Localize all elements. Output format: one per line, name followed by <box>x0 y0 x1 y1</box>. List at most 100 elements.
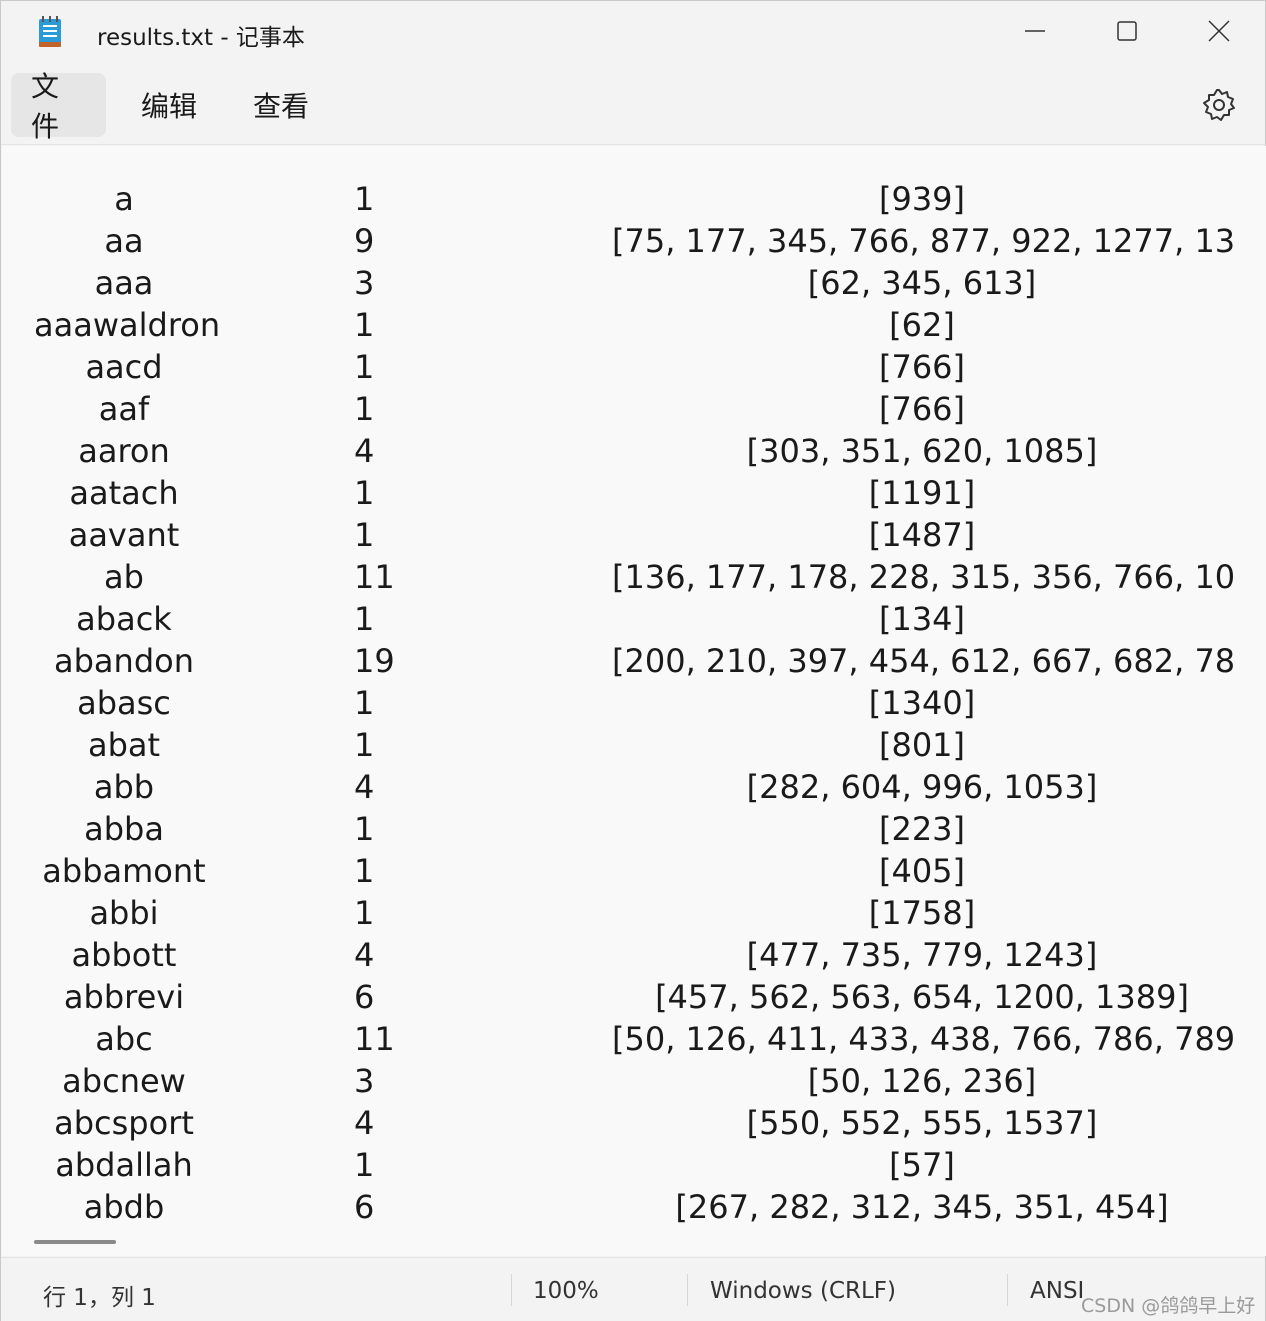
text-line: aaa 3 [62, 345, 613] <box>2 262 1233 304</box>
text-line: aa 9 [75, 177, 345, 766, 877, 922, 1277, 1… <box>2 220 1233 262</box>
doc-list-cell: [939] <box>878 180 966 218</box>
word-cell: abc <box>95 1020 153 1058</box>
count-cell: 3 <box>354 264 375 302</box>
doc-list-cell: [134] <box>878 600 966 638</box>
cursor-position: 行 1，列 1 <box>43 1285 156 1311</box>
doc-list-cell: [62, 345, 613] <box>807 264 1037 302</box>
horizontal-scrollbar[interactable] <box>34 1240 116 1244</box>
count-cell: 1 <box>354 180 375 218</box>
count-cell: 19 <box>354 642 395 680</box>
count-cell: 1 <box>354 684 375 722</box>
menu-view[interactable]: 查看 <box>233 73 329 137</box>
doc-list-cell: [405] <box>878 852 966 890</box>
notepad-icon <box>39 16 61 47</box>
doc-list-cell: [1340] <box>868 684 976 722</box>
menu-file[interactable]: 文件 <box>11 70 106 143</box>
word-cell: abcnew <box>62 1062 186 1100</box>
doc-list-cell: [457, 562, 563, 654, 1200, 1389] <box>655 978 1189 1016</box>
encoding: ANSI <box>1030 1278 1085 1304</box>
count-cell: 6 <box>354 978 375 1016</box>
count-cell: 1 <box>354 810 375 848</box>
doc-list-cell: [550, 552, 555, 1537] <box>746 1104 1098 1142</box>
word-cell: aacd <box>85 348 163 386</box>
doc-list-cell: [766] <box>878 390 966 428</box>
status-divider <box>687 1274 688 1306</box>
count-cell: 1 <box>354 348 375 386</box>
count-cell: 4 <box>354 1104 375 1142</box>
status-divider <box>1007 1274 1008 1306</box>
count-cell: 11 <box>354 1020 395 1058</box>
text-content: a 1 [939] aa 9 [75, 177, 345, 766, 877, 922, … <box>2 146 1233 1246</box>
word-cell: aaawaldron <box>34 306 221 344</box>
count-cell: 4 <box>354 432 375 470</box>
close-button[interactable] <box>1173 1 1265 61</box>
word-cell: abbi <box>89 894 159 932</box>
doc-list-cell: [1191] <box>868 474 976 512</box>
text-line: abasc 1 [1340] <box>2 682 1233 724</box>
doc-list-cell: [57] <box>889 1146 955 1184</box>
count-cell: 4 <box>354 768 375 806</box>
menu-bar: 文件 编辑 查看 <box>1 65 1265 145</box>
text-line: abbrevi 6 [457, 562, 563, 654, 1200, 1389] <box>2 976 1233 1018</box>
text-line: a 1 [939] <box>2 178 1233 220</box>
doc-list-cell: [75, 177, 345, 766, 877, 922, 1277, 1367… <box>612 222 1233 260</box>
text-line: abc 11 [50, 126, 411, 433, 438, 766, 786, … <box>2 1018 1233 1060</box>
notepad-window: results.txt - 记事本 文件 编辑 查看 a 1 [939] aa … <box>0 0 1266 1321</box>
gear-icon[interactable] <box>1201 87 1237 123</box>
doc-list-cell: [1487] <box>868 516 976 554</box>
word-cell: abdb <box>83 1188 165 1226</box>
word-cell: aatach <box>69 474 179 512</box>
doc-list-cell: [282, 604, 996, 1053] <box>746 768 1098 806</box>
status-divider <box>511 1274 512 1306</box>
zoom-level: 100% <box>533 1278 599 1304</box>
count-cell: 11 <box>354 558 395 596</box>
text-line: aback 1 [134] <box>2 598 1233 640</box>
maximize-button[interactable] <box>1081 1 1173 61</box>
word-cell: abdallah <box>55 1146 193 1184</box>
count-cell: 1 <box>354 600 375 638</box>
count-cell: 4 <box>354 936 375 974</box>
doc-list-cell: [50, 126, 411, 433, 438, 766, 786, 789, … <box>612 1020 1233 1058</box>
doc-list-cell: [801] <box>878 726 966 764</box>
word-cell: aaron <box>78 432 170 470</box>
window-title: results.txt - 记事本 <box>97 25 305 51</box>
word-cell: abbrevi <box>63 978 185 1016</box>
title-bar[interactable]: results.txt - 记事本 <box>1 1 1265 65</box>
count-cell: 1 <box>354 1146 375 1184</box>
word-cell: ab <box>104 558 144 596</box>
line-ending: Windows (CRLF) <box>710 1278 897 1304</box>
text-line: abb 4 [282, 604, 996, 1053] <box>2 766 1233 808</box>
text-editor[interactable]: a 1 [939] aa 9 [75, 177, 345, 766, 877, 922, … <box>2 146 1266 1256</box>
text-line: aacd 1 [766] <box>2 346 1233 388</box>
text-line: abbi 1 [1758] <box>2 892 1233 934</box>
count-cell: 1 <box>354 390 375 428</box>
word-cell: abbamont <box>42 852 206 890</box>
doc-list-cell: [766] <box>878 348 966 386</box>
doc-list-cell: [477, 735, 779, 1243] <box>746 936 1098 974</box>
word-cell: aaa <box>94 264 154 302</box>
word-cell: aaf <box>98 390 150 428</box>
word-cell: aavant <box>68 516 180 554</box>
status-bar: 行 1，列 1 100% Windows (CRLF) ANSI CSDN @鸽… <box>1 1257 1265 1321</box>
text-line: aaawaldron 1 [62] <box>2 304 1233 346</box>
watermark: CSDN @鸽鸽早上好 <box>1081 1295 1256 1317</box>
doc-list-cell: [223] <box>878 810 966 848</box>
text-line: abbamont 1 [405] <box>2 850 1233 892</box>
maximize-icon <box>1117 21 1137 41</box>
word-cell: abat <box>87 726 161 764</box>
word-cell: abbott <box>71 936 177 974</box>
doc-list-cell: [267, 282, 312, 345, 351, 454] <box>675 1188 1169 1226</box>
word-cell: aa <box>104 222 144 260</box>
menu-edit[interactable]: 编辑 <box>121 73 217 137</box>
doc-list-cell: [136, 177, 178, 228, 315, 356, 766, 1089… <box>612 558 1233 596</box>
text-line: ab 11 [136, 177, 178, 228, 315, 356, 766, … <box>2 556 1233 598</box>
count-cell: 1 <box>354 726 375 764</box>
text-line: abba 1 [223] <box>2 808 1233 850</box>
word-cell: abb <box>93 768 155 806</box>
count-cell: 1 <box>354 894 375 932</box>
word-cell: abba <box>84 810 164 848</box>
minimize-button[interactable] <box>989 1 1081 61</box>
count-cell: 3 <box>354 1062 375 1100</box>
text-line: abbott 4 [477, 735, 779, 1243] <box>2 934 1233 976</box>
word-cell: abasc <box>77 684 171 722</box>
